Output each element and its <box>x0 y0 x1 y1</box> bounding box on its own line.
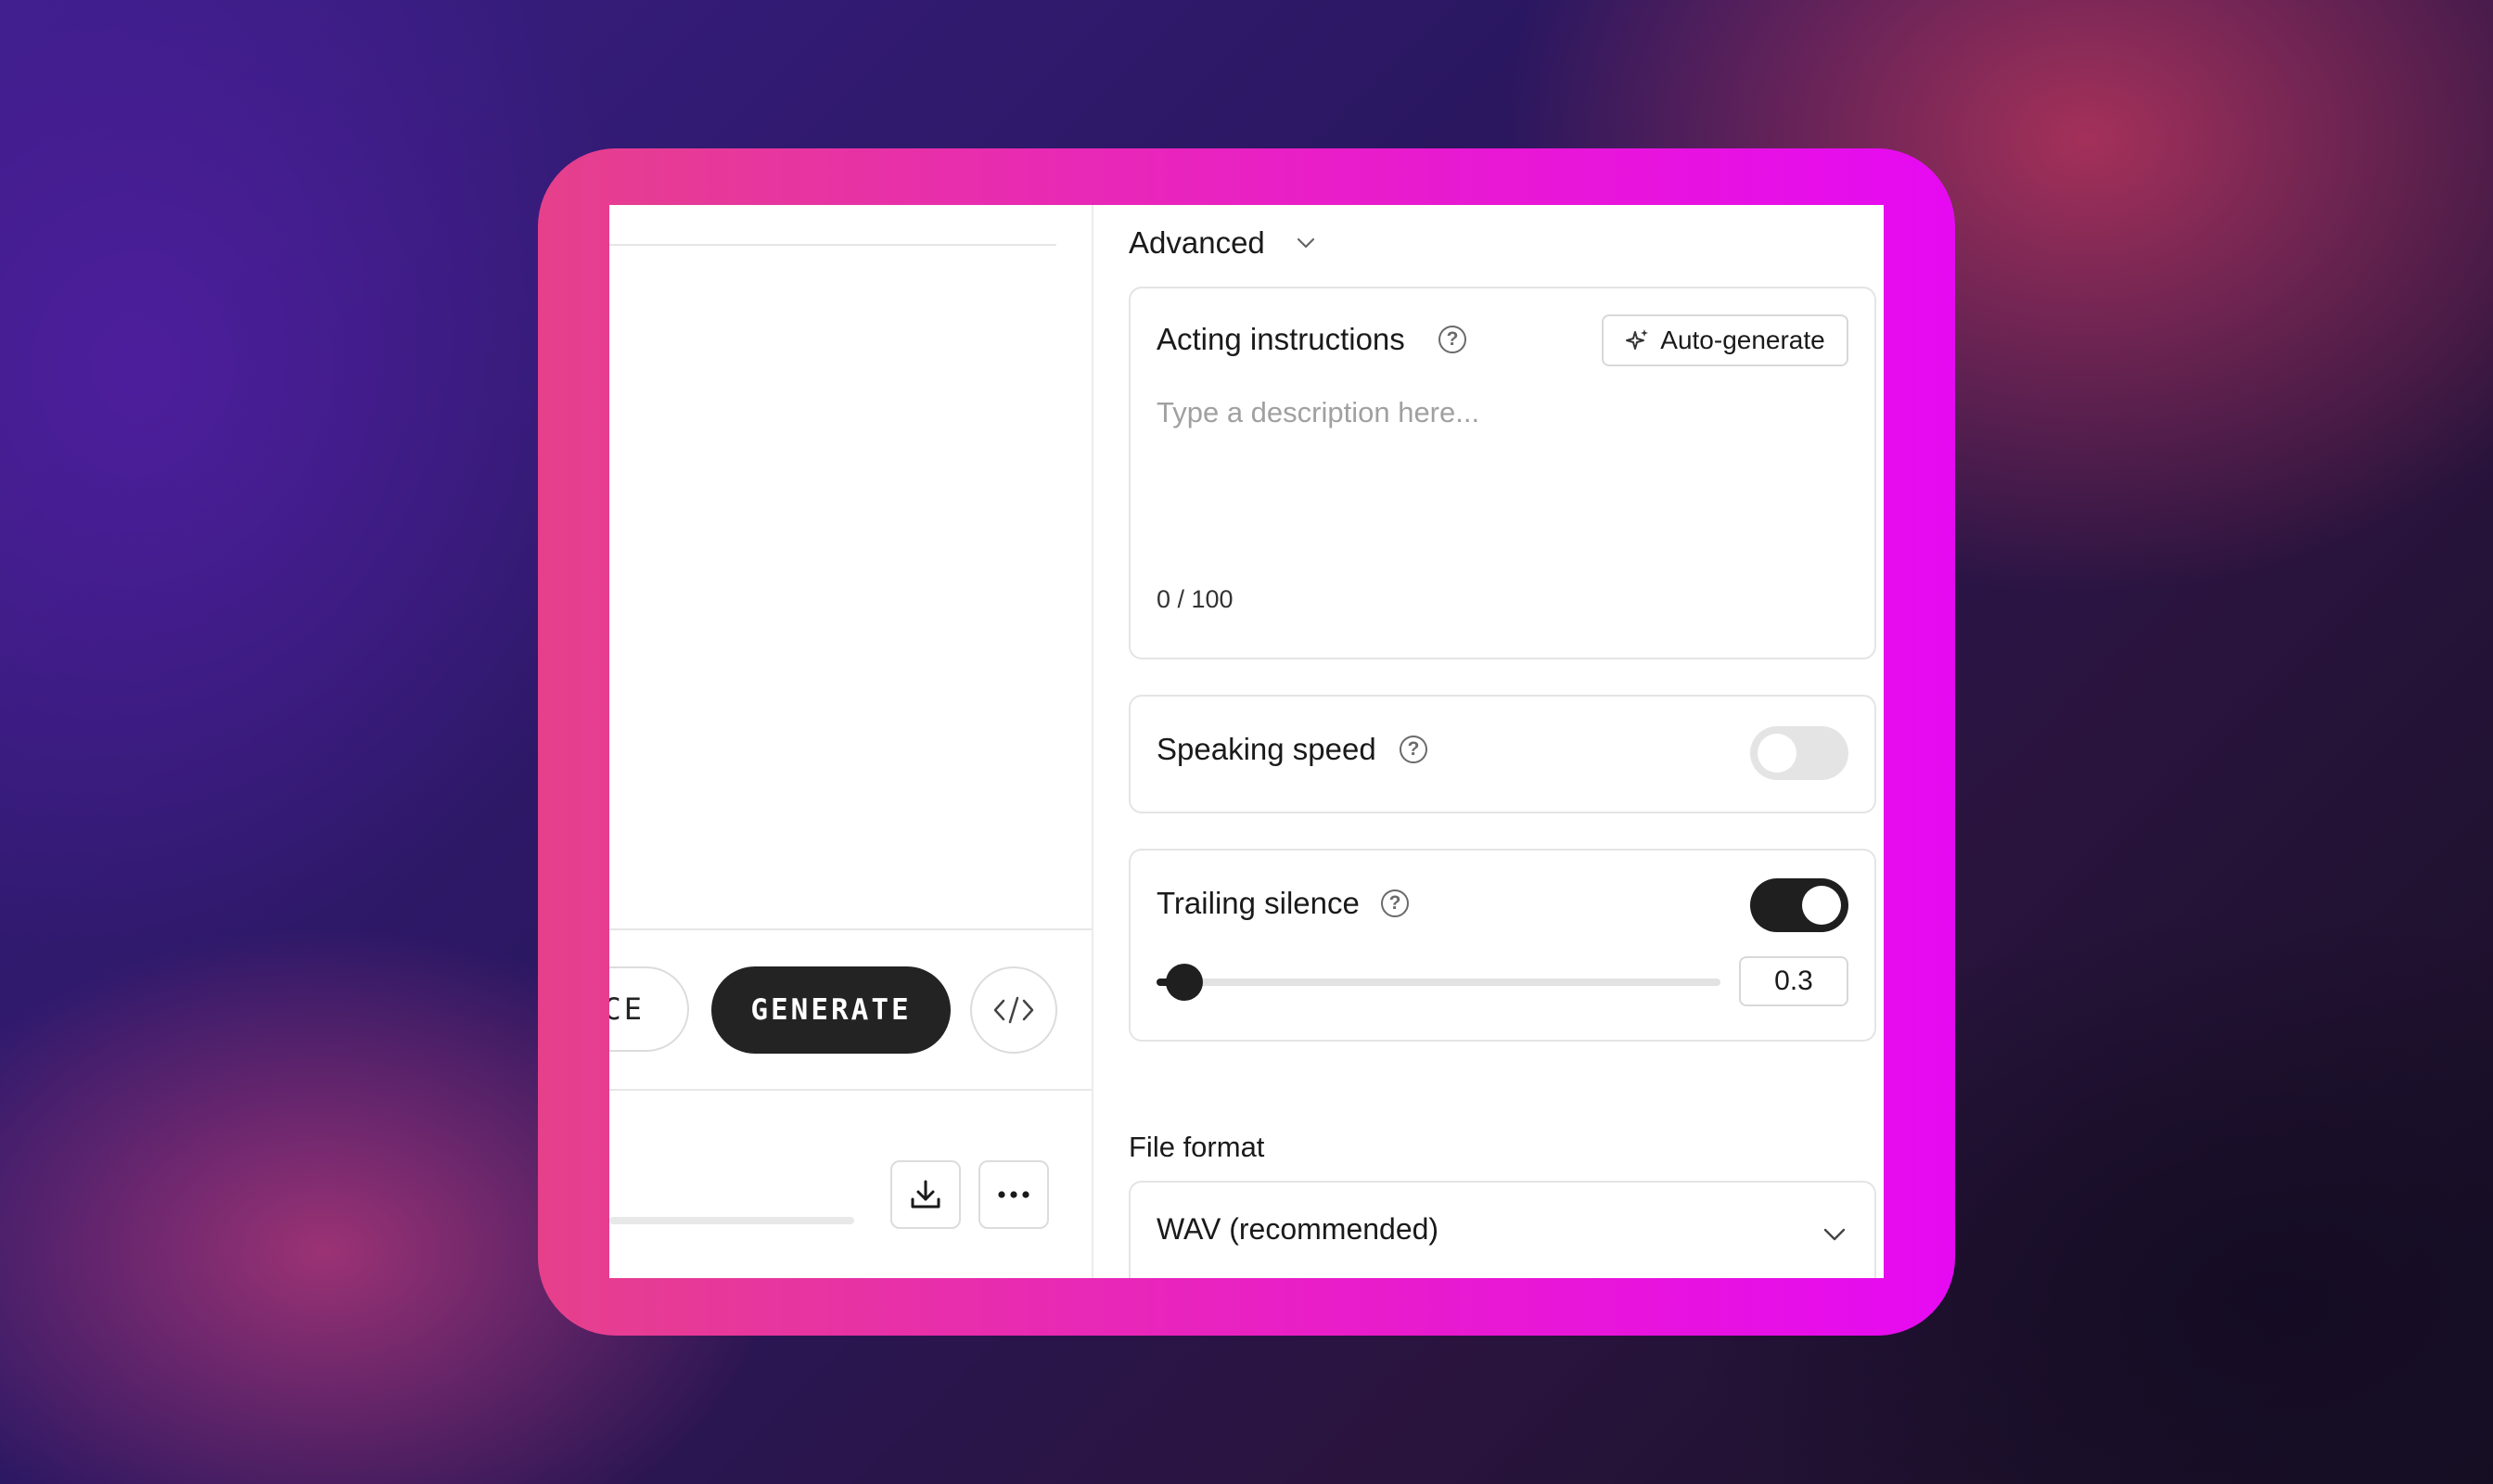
trailing-silence-toggle[interactable] <box>1750 878 1848 932</box>
download-icon <box>911 1180 940 1209</box>
trailing-silence-label: Trailing silence <box>1157 886 1360 920</box>
file-format-select[interactable]: WAV (recommended) <box>1129 1181 1876 1278</box>
generate-button-label: GENERATE <box>750 993 912 1027</box>
trailing-silence-card: Trailing silence ? 0.3 <box>1129 849 1876 1042</box>
voice-button-partial[interactable]: CE <box>609 966 689 1052</box>
chevron-down-icon <box>1297 237 1315 249</box>
voice-button-label: CE <box>609 991 645 1027</box>
speaking-speed-label: Speaking speed <box>1157 732 1376 766</box>
speaking-speed-card: Speaking speed ? <box>1129 695 1876 813</box>
file-format-label: File format <box>1129 1131 1265 1163</box>
toggle-knob <box>1758 734 1796 773</box>
sparkle-icon <box>1626 329 1649 350</box>
editor-pane: CE GENERATE <box>609 205 1092 1278</box>
player-top-divider <box>609 1089 1092 1091</box>
more-icon <box>998 1191 1029 1198</box>
speaking-speed-toggle[interactable] <box>1750 726 1848 780</box>
settings-pane: Advanced Acting instructions ? Auto-gene… <box>1093 205 1884 1278</box>
more-options-button[interactable] <box>978 1160 1049 1229</box>
character-counter: 0 / 100 <box>1157 585 1234 613</box>
audio-progress-track[interactable] <box>609 1217 854 1224</box>
slider-thumb[interactable] <box>1166 964 1204 1001</box>
acting-instructions-input[interactable]: Type a description here... <box>1157 396 1479 429</box>
acting-instructions-card: Acting instructions ? Auto-generate Type… <box>1129 287 1876 659</box>
toolbar-top-divider <box>609 928 1092 930</box>
help-icon[interactable]: ? <box>1400 736 1427 763</box>
help-icon[interactable]: ? <box>1438 326 1466 353</box>
trailing-silence-value-input[interactable]: 0.3 <box>1739 956 1848 1006</box>
toggle-knob <box>1802 886 1841 925</box>
help-icon[interactable]: ? <box>1381 889 1409 917</box>
advanced-toggle[interactable]: Advanced <box>1129 220 1333 266</box>
trailing-silence-slider[interactable] <box>1157 964 1720 1001</box>
acting-instructions-label: Acting instructions <box>1157 322 1405 356</box>
editor-divider <box>609 244 1056 246</box>
code-button[interactable] <box>970 966 1057 1054</box>
auto-generate-label: Auto-generate <box>1660 326 1825 354</box>
file-format-value: WAV (recommended) <box>1157 1212 1439 1246</box>
advanced-title: Advanced <box>1129 225 1265 260</box>
trailing-silence-value: 0.3 <box>1774 966 1813 996</box>
code-icon <box>993 996 1034 1024</box>
download-button[interactable] <box>890 1160 961 1229</box>
chevron-down-icon <box>1823 1228 1846 1241</box>
auto-generate-button[interactable]: Auto-generate <box>1602 314 1848 366</box>
generate-button[interactable]: GENERATE <box>711 966 951 1054</box>
app-window: CE GENERATE Advanced Acting instructions… <box>609 205 1884 1278</box>
